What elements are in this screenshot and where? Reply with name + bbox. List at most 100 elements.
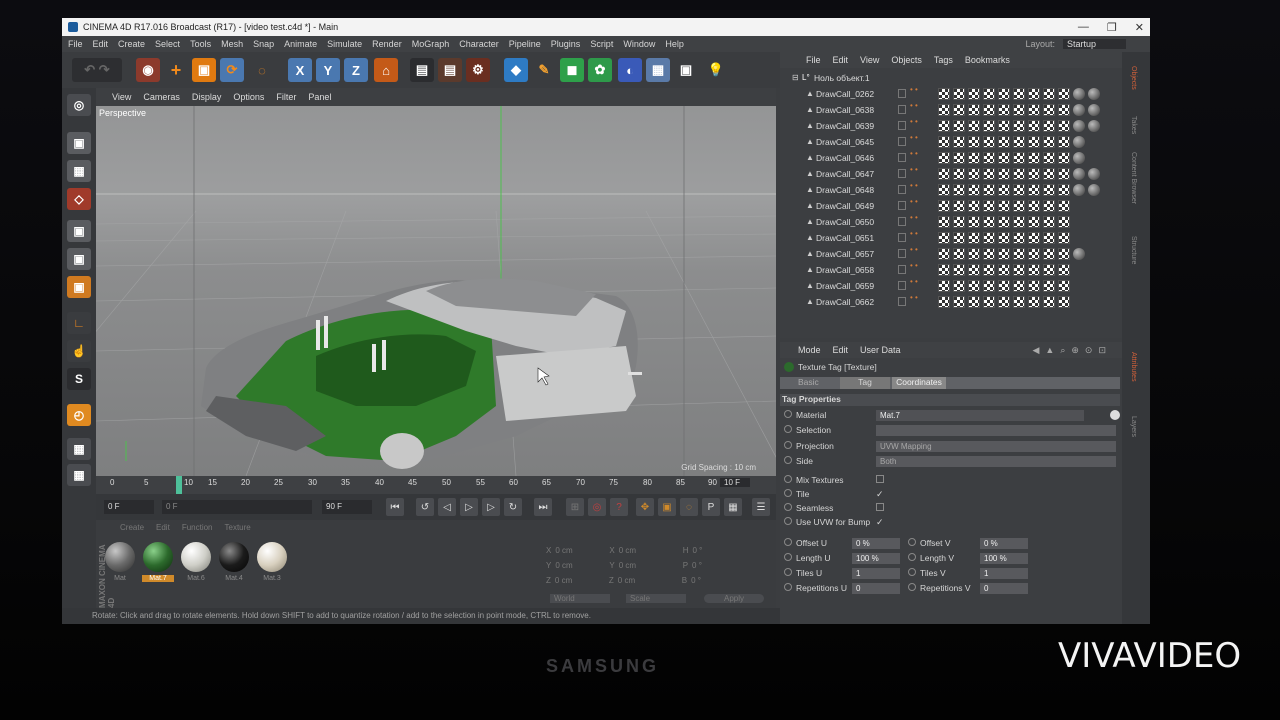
coord-size-x[interactable]: 0 cm — [619, 546, 679, 555]
play-forward-icon[interactable]: ▷ — [460, 498, 478, 516]
scale-tool-icon[interactable]: ▣ — [192, 58, 216, 82]
texture-tag-icon[interactable] — [1043, 184, 1055, 196]
texture-tag-icon[interactable] — [1043, 104, 1055, 116]
texture-tag-icon[interactable] — [983, 120, 995, 132]
texture-tag-icon[interactable] — [953, 232, 965, 244]
texture-tag-icon[interactable] — [953, 248, 965, 260]
object-row[interactable]: ▲ DrawCall_0657 • • — [780, 246, 1120, 262]
workplane-icon[interactable]: ◇ — [67, 188, 91, 210]
make-editable-icon[interactable]: ◎ — [67, 94, 91, 116]
material-tag-icon[interactable] — [1073, 184, 1085, 196]
coord-scale-select[interactable]: Scale — [626, 594, 686, 603]
minimize-button[interactable]: — — [1078, 21, 1089, 33]
texture-tag-icon[interactable] — [1028, 184, 1040, 196]
menu-help[interactable]: Help — [665, 39, 684, 49]
coord-position-z[interactable]: 0 cm — [555, 576, 605, 585]
attr-menu-mode[interactable]: Mode — [798, 345, 821, 355]
texture-tag-icon[interactable] — [1013, 88, 1025, 100]
anim-dot-icon[interactable] — [908, 583, 916, 591]
texture-tag-icon[interactable] — [953, 216, 965, 228]
side-tab-layers[interactable]: Layers — [1130, 416, 1137, 437]
texture-tag-icon[interactable] — [1058, 264, 1070, 276]
side-tab-content-browser[interactable]: Content Browser — [1130, 152, 1137, 204]
visibility-dots-icon[interactable]: • • — [910, 166, 918, 174]
y-axis-icon[interactable]: Y — [316, 58, 340, 82]
render-picture-viewer-icon[interactable]: ▤ — [438, 58, 462, 82]
texture-tag-icon[interactable] — [1013, 152, 1025, 164]
texture-tag-icon[interactable] — [968, 88, 980, 100]
x-axis-icon[interactable]: X — [288, 58, 312, 82]
texture-tag-icon[interactable] — [953, 184, 965, 196]
coord-rotation-h[interactable]: 0 ° — [692, 546, 702, 555]
mix-textures-checkbox[interactable] — [876, 475, 884, 483]
texture-tag-icon[interactable] — [938, 264, 950, 276]
texture-tag-icon[interactable] — [1028, 280, 1040, 292]
texture-tag-icon[interactable] — [1058, 184, 1070, 196]
texture-tag-icon[interactable] — [968, 232, 980, 244]
timeline-ruler[interactable]: 0 5 10 15 20 25 30 35 40 45 50 55 60 65 … — [96, 476, 776, 494]
material-tag-icon[interactable] — [1073, 168, 1085, 180]
texture-tag-icon[interactable] — [1058, 88, 1070, 100]
material-tag-icon[interactable] — [1088, 168, 1100, 180]
cloner-icon[interactable]: ✿ — [588, 58, 612, 82]
menu-script[interactable]: Script — [590, 39, 613, 49]
menu-render[interactable]: Render — [372, 39, 402, 49]
repetitions-v-field[interactable]: 0 — [980, 583, 1028, 594]
camera-icon[interactable]: ▣ — [674, 58, 698, 82]
material-tag-icon[interactable] — [1088, 104, 1100, 116]
texture-tag-icon[interactable] — [983, 104, 995, 116]
texture-tag-icon[interactable] — [998, 200, 1010, 212]
selection-field[interactable] — [876, 425, 1116, 436]
texture-tag-icon[interactable] — [1013, 232, 1025, 244]
texture-tag-icon[interactable] — [938, 232, 950, 244]
tiles-v-field[interactable]: 1 — [980, 568, 1028, 579]
vp-menu-filter[interactable]: Filter — [276, 92, 296, 102]
anim-dot-icon[interactable] — [784, 441, 792, 449]
texture-tag-icon[interactable] — [1028, 248, 1040, 260]
parameter-key-icon[interactable]: P — [702, 498, 720, 516]
scale-key-icon[interactable]: ▣ — [658, 498, 676, 516]
anim-dot-icon[interactable] — [784, 568, 792, 576]
projection-select[interactable]: UVW Mapping — [876, 441, 1116, 452]
visibility-dots-icon[interactable]: • • — [910, 150, 918, 158]
texture-tag-icon[interactable] — [1013, 104, 1025, 116]
material-tag-icon[interactable] — [1073, 152, 1085, 164]
vp-menu-panel[interactable]: Panel — [308, 92, 331, 102]
undo-redo-icon[interactable]: ↶ ↷ — [72, 58, 122, 82]
object-row[interactable]: ▲ DrawCall_0662 • • — [780, 294, 1120, 310]
visibility-dots-icon[interactable]: • • — [910, 134, 918, 142]
light-icon[interactable]: 💡 — [704, 58, 728, 82]
coord-mode-select[interactable]: World — [550, 594, 610, 603]
texture-tag-icon[interactable] — [1043, 264, 1055, 276]
texture-tag-icon[interactable] — [998, 184, 1010, 196]
position-key-icon[interactable]: ✥ — [636, 498, 654, 516]
texture-tag-icon[interactable] — [1013, 120, 1025, 132]
layer-icon[interactable] — [898, 281, 906, 290]
anim-dot-icon[interactable] — [908, 553, 916, 561]
side-tab-takes[interactable]: Takes — [1130, 116, 1137, 134]
texture-tag-icon[interactable] — [998, 232, 1010, 244]
layer-icon[interactable] — [898, 217, 906, 226]
anim-dot-icon[interactable] — [784, 517, 792, 525]
anim-dot-icon[interactable] — [784, 410, 792, 418]
texture-tag-icon[interactable] — [938, 248, 950, 260]
vp-menu-view[interactable]: View — [112, 92, 131, 102]
pen-spline-icon[interactable]: ✎ — [532, 58, 556, 82]
object-row-null[interactable]: ⊟ L° Ноль объект.1 — [780, 70, 1120, 86]
edges-mode-icon[interactable]: ▣ — [67, 248, 91, 270]
polygons-mode-icon[interactable]: ▣ — [67, 276, 91, 298]
rotate-tool-icon[interactable]: ⟳ — [220, 58, 244, 82]
menu-plugins[interactable]: Plugins — [551, 39, 581, 49]
texture-tag-icon[interactable] — [1043, 296, 1055, 308]
visibility-dots-icon[interactable]: • • — [910, 246, 918, 254]
texture-tag-icon[interactable] — [1013, 168, 1025, 180]
object-row[interactable]: ▲ DrawCall_0650 • • — [780, 214, 1120, 230]
layer-icon[interactable] — [898, 169, 906, 178]
preview-range-slider[interactable]: 0 F — [162, 500, 312, 514]
anim-dot-icon[interactable] — [908, 538, 916, 546]
attr-menu-user-data[interactable]: User Data — [860, 345, 901, 355]
tweak-mode-icon[interactable]: ☝ — [67, 340, 91, 362]
coord-rotation-b[interactable]: 0 ° — [691, 576, 701, 585]
current-frame-field[interactable]: 10 F — [720, 478, 751, 487]
texture-tag-icon[interactable] — [1058, 168, 1070, 180]
